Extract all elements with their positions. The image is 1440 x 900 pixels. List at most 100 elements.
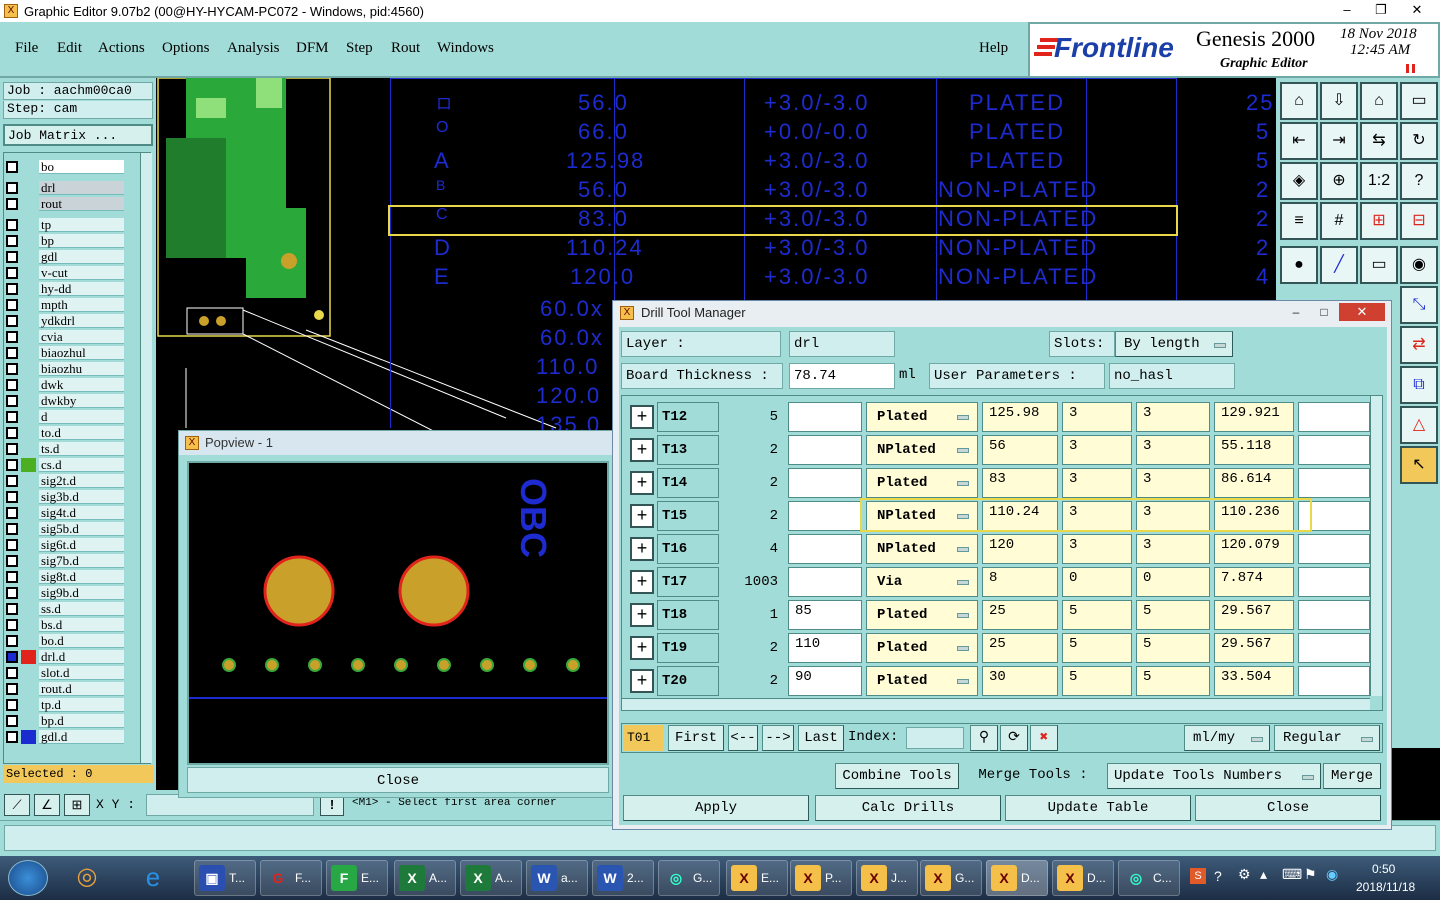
taskbar-item[interactable]: X A...: [460, 860, 522, 896]
taskbar-item-active[interactable]: X D...: [986, 860, 1048, 896]
layer-row-hy-dd[interactable]: hy-dd: [6, 281, 124, 296]
minus-tol-input[interactable]: 0: [1136, 567, 1210, 597]
layer-checkbox[interactable]: [6, 442, 18, 455]
finish-size-input[interactable]: [788, 501, 862, 531]
layer-checkbox[interactable]: [6, 682, 18, 695]
finish-size-input[interactable]: [788, 468, 862, 498]
layer-checkbox[interactable]: [6, 346, 18, 359]
result-drill-input[interactable]: 55.118: [1214, 435, 1294, 465]
expand-icon[interactable]: +: [630, 504, 654, 528]
layer-checkbox[interactable]: [6, 234, 18, 247]
tool-type-select[interactable]: Plated: [866, 666, 978, 696]
tool-fit-icon[interactable]: ◈: [1280, 162, 1318, 200]
taskbar-item[interactable]: X D...: [1052, 860, 1114, 896]
layer-checkbox[interactable]: [6, 330, 18, 343]
taskbar-item[interactable]: G F...: [260, 860, 322, 896]
drill-size-input[interactable]: 125.98: [982, 402, 1058, 432]
layer-row-biaozhu[interactable]: biaozhu: [6, 361, 124, 376]
minus-tol-input[interactable]: 3: [1136, 402, 1210, 432]
layer-checkbox[interactable]: [6, 197, 18, 210]
finish-size-input[interactable]: [788, 567, 862, 597]
layer-checkbox[interactable]: [6, 490, 18, 503]
extra-input[interactable]: [1298, 600, 1370, 630]
layer-row-tp-d[interactable]: tp.d: [6, 697, 124, 712]
finish-size-input[interactable]: [788, 534, 862, 564]
tool-row-T18[interactable]: + T18 1 85 Plated 25 5 5 29.567: [630, 598, 1370, 631]
layer-checkbox[interactable]: [6, 458, 18, 471]
dtm-titlebar[interactable]: X Drill Tool Manager – □ ✕: [613, 301, 1391, 325]
minus-tol-input[interactable]: 3: [1136, 468, 1210, 498]
layer-row-biaozhul[interactable]: biaozhul: [6, 345, 124, 360]
drill-size-input[interactable]: 120: [982, 534, 1058, 564]
menu-options[interactable]: Options: [162, 40, 210, 57]
menu-actions[interactable]: Actions: [98, 40, 145, 57]
tray-s-icon[interactable]: S: [1190, 868, 1206, 884]
drill-size-input[interactable]: 83: [982, 468, 1058, 498]
result-drill-input[interactable]: 129.921: [1214, 402, 1294, 432]
popview-titlebar[interactable]: X Popview - 1: [179, 431, 613, 455]
calc-drills-button[interactable]: Calc Drills: [815, 795, 1001, 821]
tray-help-icon[interactable]: ?: [1214, 868, 1222, 884]
layer-checkbox[interactable]: [6, 698, 18, 711]
layer-checkbox[interactable]: [6, 538, 18, 551]
maximize-button[interactable]: ❐: [1364, 0, 1398, 20]
tool-row-T20[interactable]: + T20 2 90 Plated 30 5 5 33.504: [630, 664, 1370, 697]
board-thickness-input[interactable]: 78.74: [789, 363, 895, 389]
tray-arrow-icon[interactable]: ▴: [1260, 866, 1267, 883]
result-drill-input[interactable]: 86.614: [1214, 468, 1294, 498]
taskbar-item[interactable]: ▣ T...: [194, 860, 256, 896]
start-button[interactable]: [8, 860, 48, 896]
layer-row-rout[interactable]: rout: [6, 196, 124, 211]
tool-row-T19[interactable]: + T19 2 110 Plated 25 5 5 29.567: [630, 631, 1370, 664]
layer-checkbox[interactable]: [6, 410, 18, 423]
tool-ruler-icon[interactable]: ▭: [1360, 246, 1398, 284]
result-drill-input[interactable]: 33.504: [1214, 666, 1294, 696]
layer-row-sig7b-d[interactable]: sig7b.d: [6, 553, 124, 568]
tool-scale-icon[interactable]: 1:2: [1360, 162, 1398, 200]
result-drill-input[interactable]: 7.874: [1214, 567, 1294, 597]
menu-step[interactable]: Step: [346, 40, 373, 57]
expand-icon[interactable]: +: [630, 603, 654, 627]
job-matrix-button[interactable]: Job Matrix ...: [3, 124, 153, 146]
tool-snap-icon[interactable]: ⊞: [1360, 202, 1398, 240]
layer-checkbox[interactable]: [6, 602, 18, 615]
minus-tol-input[interactable]: 3: [1136, 435, 1210, 465]
expand-icon[interactable]: +: [630, 438, 654, 462]
update-table-button[interactable]: Update Table: [1005, 795, 1191, 821]
drill-size-input[interactable]: 56: [982, 435, 1058, 465]
tool-house-icon[interactable]: ⌂: [1360, 82, 1398, 120]
expand-icon[interactable]: +: [630, 471, 654, 495]
layer-row-cvia[interactable]: cvia: [6, 329, 124, 344]
layer-row-dwkby[interactable]: dwkby: [6, 393, 124, 408]
result-drill-input[interactable]: 29.567: [1214, 633, 1294, 663]
tool-zoom-icon[interactable]: ⊕: [1320, 162, 1358, 200]
menu-file[interactable]: File: [15, 40, 38, 57]
close-button[interactable]: Close: [1195, 795, 1381, 821]
finish-size-input[interactable]: 85: [788, 600, 862, 630]
layer-list-scrollbar[interactable]: [140, 153, 152, 763]
tool-measure-icon[interactable]: △: [1400, 406, 1438, 444]
tool-row-T13[interactable]: + T13 2 NPlated 56 3 3 55.118: [630, 433, 1370, 466]
extra-input[interactable]: [1298, 633, 1370, 663]
tool-flip-icon[interactable]: ⇄: [1400, 326, 1438, 364]
dtm-maximize-button[interactable]: □: [1311, 303, 1337, 321]
layer-row-sig2t-d[interactable]: sig2t.d: [6, 473, 124, 488]
layer-checkbox[interactable]: [6, 474, 18, 487]
minus-tol-input[interactable]: 5: [1136, 666, 1210, 696]
shell-app-icon[interactable]: ◎: [64, 862, 110, 894]
layer-checkbox[interactable]: [6, 266, 18, 279]
taskbar-item[interactable]: ◎ G...: [658, 860, 720, 896]
tool-snap2-icon[interactable]: ⊟: [1400, 202, 1438, 240]
next-button[interactable]: -->: [762, 725, 794, 751]
extra-input[interactable]: [1298, 567, 1370, 597]
layer-checkbox[interactable]: [6, 650, 18, 663]
plus-tol-input[interactable]: 5: [1062, 600, 1132, 630]
tool-pointer-icon[interactable]: ↖: [1400, 446, 1438, 484]
layer-checkbox[interactable]: [6, 314, 18, 327]
layer-checkbox[interactable]: [6, 298, 18, 311]
taskbar-item[interactable]: X G...: [920, 860, 982, 896]
drill-size-input[interactable]: 30: [982, 666, 1058, 696]
plus-tol-input[interactable]: 3: [1062, 468, 1132, 498]
prev-button[interactable]: <--: [728, 725, 758, 751]
menu-windows[interactable]: Windows: [437, 40, 494, 57]
